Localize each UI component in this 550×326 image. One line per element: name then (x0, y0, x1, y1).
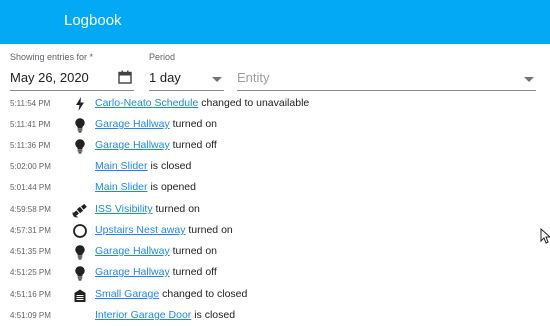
entry-action: is opened (150, 181, 196, 193)
entry-action: turned on (172, 245, 217, 257)
date-field-underline (10, 90, 134, 91)
calendar-icon[interactable] (118, 70, 132, 84)
garage-icon (74, 289, 86, 302)
entity-link[interactable]: Small Garage (95, 288, 159, 300)
entity-link[interactable]: Main Slider (95, 160, 148, 172)
log-entry: 4:51:35 PM Garage Hallway turned on (0, 244, 500, 262)
entry-action: turned off (172, 266, 217, 278)
entry-timestamp: 4:51:25 PM (10, 268, 51, 277)
entity-link[interactable]: Carlo-Neato Schedule (95, 97, 198, 109)
entry-action: turned on (188, 224, 233, 236)
log-entry: 4:51:25 PM Garage Hallway turned off (0, 265, 500, 283)
date-field[interactable]: May 26, 2020 (10, 70, 89, 85)
period-select[interactable]: 1 day (149, 70, 181, 85)
entry-timestamp: 4:51:16 PM (10, 290, 51, 299)
log-entry: 5:01:44 PM Main Slider is opened (0, 180, 500, 198)
entry-action: is closed (150, 160, 192, 172)
entry-timestamp: 4:51:35 PM (10, 247, 51, 256)
entry-timestamp: 5:02:00 PM (10, 162, 51, 171)
period-field-label: Period (149, 52, 176, 62)
entry-timestamp: 4:59:58 PM (10, 205, 51, 214)
entity-picker-underline (237, 90, 536, 91)
log-entry: 4:59:58 PM ISS Visibility turned on (0, 202, 500, 220)
entry-timestamp: 5:01:44 PM (10, 183, 51, 192)
date-field-label: Showing entries for * (10, 52, 94, 62)
entity-link[interactable]: ISS Visibility (95, 203, 153, 215)
entry-action: changed to closed (162, 288, 248, 300)
lightning-icon (76, 97, 84, 111)
entity-link[interactable]: Main Slider (95, 181, 148, 193)
lightbulb-icon (75, 118, 85, 133)
entity-link[interactable]: Garage Hallway (95, 266, 170, 278)
entity-link[interactable]: Garage Hallway (95, 245, 170, 257)
period-chevron-down-icon[interactable] (212, 77, 222, 82)
entity-link[interactable]: Garage Hallway (95, 118, 170, 130)
entity-chevron-down-icon[interactable] (524, 77, 534, 82)
lightbulb-icon (75, 245, 85, 260)
text-cursor-icon (540, 228, 550, 244)
entity-link[interactable]: Upstairs Nest away (95, 224, 185, 236)
log-entry: 4:57:31 PM Upstairs Nest away turned on (0, 223, 500, 241)
entry-action: turned on (155, 203, 200, 215)
log-entry: 4:51:09 PM Interior Garage Door is close… (0, 308, 500, 326)
entry-timestamp: 4:51:09 PM (10, 311, 51, 320)
page-title: Logbook (64, 12, 122, 29)
lightbulb-icon (75, 139, 85, 154)
entity-link[interactable]: Garage Hallway (95, 139, 170, 151)
period-select-underline (149, 90, 224, 91)
entry-timestamp: 4:57:31 PM (10, 226, 51, 235)
entry-action: turned off (172, 139, 217, 151)
log-entry: 5:11:41 PM Garage Hallway turned on (0, 117, 500, 135)
satellite-icon (72, 203, 87, 218)
log-entry: 4:51:16 PM Small Garage changed to close… (0, 287, 500, 305)
log-entry: 5:02:00 PM Main Slider is closed (0, 159, 500, 177)
log-entry: 5:11:36 PM Garage Hallway turned off (0, 138, 500, 156)
entry-action: changed to unavailable (201, 97, 310, 109)
entry-timestamp: 5:11:54 PM (10, 99, 51, 108)
entry-timestamp: 5:11:36 PM (10, 141, 51, 150)
log-entry: 5:11:54 PM Carlo-Neato Schedule changed … (0, 96, 500, 114)
entry-timestamp: 5:11:41 PM (10, 120, 51, 129)
entry-action: is closed (194, 309, 236, 321)
entity-link[interactable]: Interior Garage Door (95, 309, 191, 321)
lightbulb-icon (75, 266, 85, 281)
entity-picker[interactable]: Entity (237, 70, 270, 85)
entry-action: turned on (172, 118, 217, 130)
circle-outline-icon (73, 224, 87, 238)
app-header: Logbook (0, 0, 550, 44)
